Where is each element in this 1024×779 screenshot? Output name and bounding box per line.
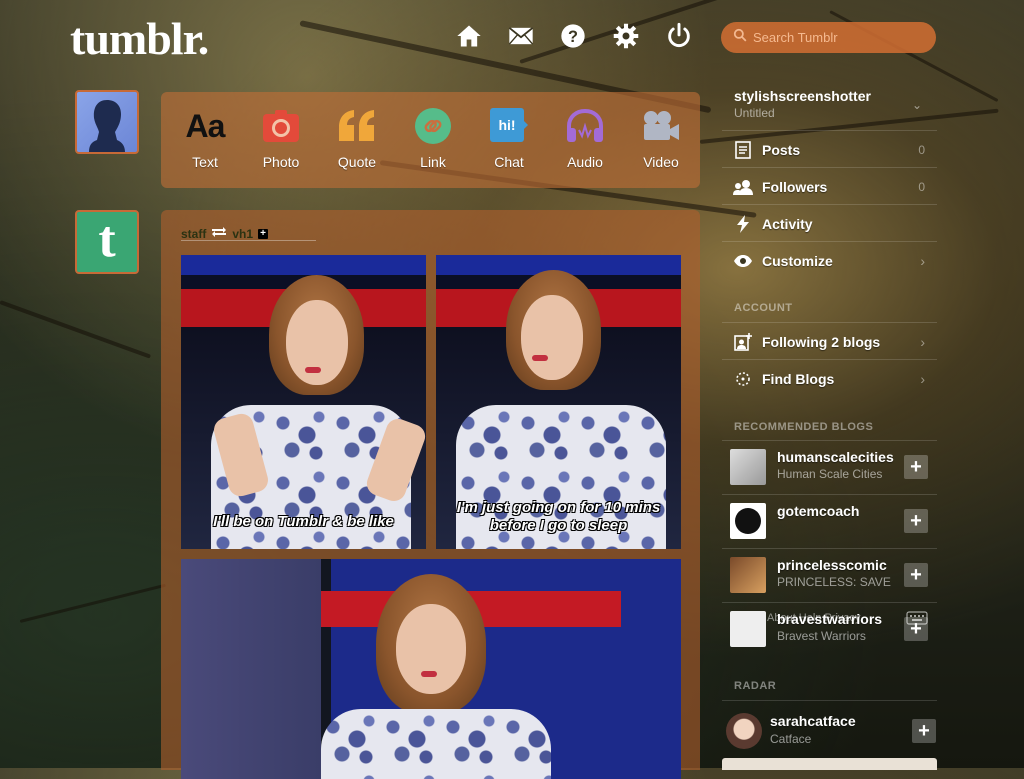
blog-switcher[interactable]: stylishscreenshotter Untitled [734,88,871,120]
recommended-blog[interactable]: bravestwarriors Bravest Warriors + [722,602,937,657]
link-icon [395,106,471,146]
post-divider [181,240,316,241]
video-icon [623,106,699,146]
post-type-link[interactable]: Link [395,106,471,170]
audio-icon [547,106,623,146]
quote-icon [319,106,395,146]
follow-button[interactable]: + [912,719,936,743]
blog-avatar [730,557,766,593]
dashboard-post: staff vh1 + I'll be on Tumblr & be like … [161,210,700,779]
gif-caption-1: I'll be on Tumblr & be like [213,513,394,530]
sidebar-item-followers[interactable]: Followers 0 [722,167,937,205]
follow-button[interactable]: + [904,509,928,533]
blog-title: Untitled [734,106,775,120]
gif-caption-2: I'm just going on for 10 mins before I g… [456,499,661,534]
sidebar-item-following[interactable]: Following 2 blogs › [722,322,937,360]
source-blog-name[interactable]: vh1 [232,227,253,241]
search-icon [733,28,747,47]
following-icon [732,332,754,351]
follow-source-button[interactable]: + [258,228,269,239]
recommended-blog[interactable]: gotemcoach + [722,494,937,549]
post-type-text[interactable]: Aa Text [167,106,243,171]
post-header: staff vh1 + [181,226,269,241]
radar-post-image[interactable] [722,758,937,770]
follow-button[interactable]: + [904,563,928,587]
settings-icon[interactable] [612,22,640,50]
person-silhouette-icon [89,100,125,152]
mail-icon[interactable] [507,22,535,50]
post-type-audio[interactable]: Audio [547,106,623,170]
post-gif-2[interactable]: I'm just going on for 10 mins before I g… [436,255,681,549]
radar-avatar [726,713,762,749]
post-type-video[interactable]: Video [623,106,699,170]
eye-icon [732,254,754,268]
tumblr-logo[interactable]: tumblr. [70,12,209,65]
sidebar-item-find-blogs[interactable]: Find Blogs › [722,359,937,397]
recommended-heading: RECOMMENDED BLOGS [734,421,874,433]
tumblr-blog-avatar[interactable]: t [75,210,139,274]
followers-icon [732,179,754,195]
post-gif-3[interactable] [181,559,681,779]
svg-text:hi!: hi! [498,117,515,133]
blog-name: stylishscreenshotter [734,88,871,104]
reblogger-name[interactable]: staff [181,227,206,241]
home-icon[interactable] [455,22,483,50]
tumblr-t-icon: t [98,211,116,268]
blog-avatar [730,449,766,485]
chevron-right-icon: › [920,333,925,350]
post-gif-1[interactable]: I'll be on Tumblr & be like [181,255,426,549]
chat-icon: hi! [471,106,547,146]
power-icon[interactable] [665,22,693,50]
post-type-bar: Aa Text Photo Quote Link hi! Chat Audio [161,92,700,188]
radar-heading: RADAR [734,680,777,692]
sidebar-item-customize[interactable]: Customize › [722,241,937,279]
follow-button[interactable]: + [904,455,928,479]
find-blogs-icon [732,370,754,388]
sidebar-item-activity[interactable]: Activity [722,204,937,242]
reblog-icon [211,226,227,241]
blog-avatar [730,611,766,647]
sidebar-item-posts[interactable]: Posts 0 [722,130,937,168]
activity-icon [732,214,754,233]
text-icon: Aa [185,107,226,144]
radar-post[interactable]: sarahcatface Catface + [722,700,937,755]
search-bar[interactable] [721,22,936,53]
posts-count: 0 [918,142,925,157]
blog-avatar [730,503,766,539]
chevron-right-icon: › [920,370,925,387]
post-type-quote[interactable]: Quote [319,106,395,170]
chevron-right-icon: › [920,252,925,269]
recommended-blog[interactable]: princelesscomic PRINCELESS: SAVE + [722,548,937,603]
posts-icon [732,140,754,159]
help-icon[interactable]: ? [559,22,587,50]
followers-count: 0 [918,179,925,194]
account-heading: ACCOUNT [734,302,793,314]
search-input[interactable] [747,29,935,46]
keyboard-shortcuts-icon[interactable] [906,611,928,625]
chevron-down-icon[interactable]: ⌄ [912,98,922,112]
user-avatar[interactable] [75,90,139,154]
post-type-photo[interactable]: Photo [243,106,319,170]
post-type-chat[interactable]: hi! Chat [471,106,547,170]
footer-links[interactable]: About Help Privacy [767,612,861,624]
recommended-blog[interactable]: humanscalecities Human Scale Cities + [722,440,937,495]
svg-text:?: ? [568,28,578,46]
photo-icon [243,106,319,146]
